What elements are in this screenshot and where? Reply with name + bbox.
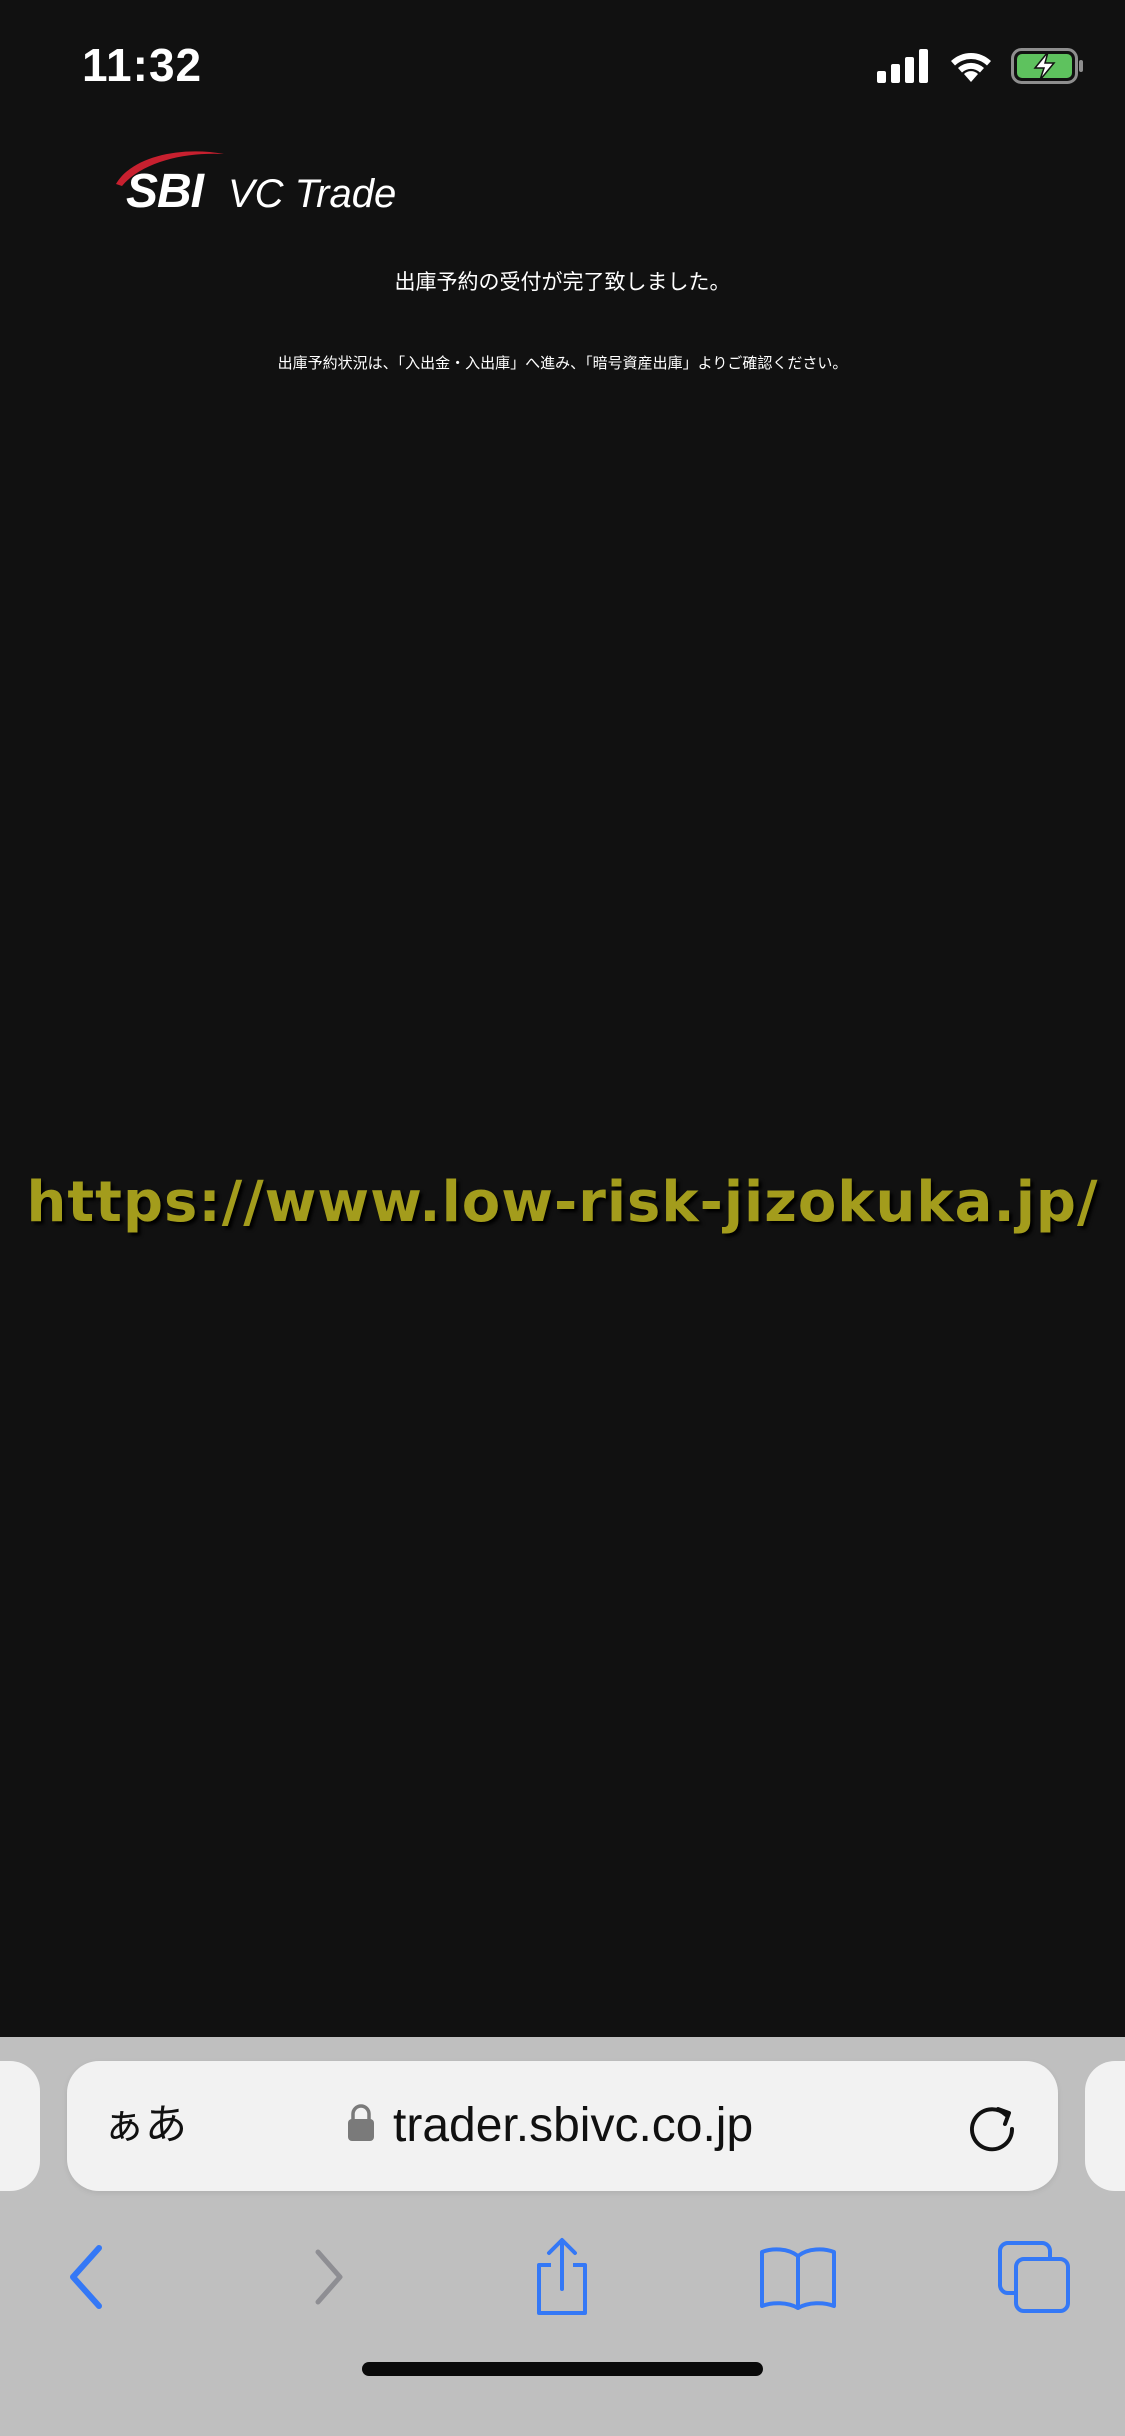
address-bar[interactable]: ぁあ trader.sbivc.co.jp — [67, 2061, 1058, 2191]
logo-vc-trade-text: VC Trade — [228, 172, 397, 216]
cellular-signal-icon — [877, 49, 931, 87]
next-tab-peek[interactable] — [1085, 2061, 1125, 2191]
wifi-icon — [949, 49, 993, 87]
battery-charging-icon — [1011, 48, 1085, 88]
previous-tab-peek[interactable] — [0, 2061, 40, 2191]
browser-bottom-bar: ぁあ trader.sbivc.co.jp — [0, 2037, 1125, 2436]
status-icons — [877, 48, 1085, 88]
reload-icon[interactable] — [962, 2097, 1022, 2157]
page-settings-button[interactable]: ぁあ — [103, 2099, 187, 2151]
lock-icon — [347, 2103, 375, 2147]
status-time: 11:32 — [82, 39, 203, 91]
forward-icon[interactable] — [279, 2227, 379, 2327]
share-icon[interactable] — [512, 2227, 612, 2327]
completion-message: 出庫予約の受付が完了致しました。 — [394, 270, 731, 294]
logo-sbi-text: SBI — [126, 165, 204, 218]
bookmarks-icon[interactable] — [748, 2227, 848, 2327]
sbi-vc-trade-logo: SBI VC Trade — [112, 148, 412, 228]
home-indicator[interactable] — [362, 2362, 763, 2376]
browser-toolbar — [0, 2227, 1125, 2337]
back-icon[interactable] — [36, 2227, 136, 2327]
watermark-url: https://www.low-risk-jizokuka.jp/ — [26, 1170, 1099, 1235]
tabs-icon[interactable] — [984, 2227, 1084, 2327]
url-text: trader.sbivc.co.jp — [393, 2098, 754, 2152]
status-check-note: 出庫予約状況は、「入出金・入出庫」へ進み、「暗号資産出庫」よりご確認ください。 — [277, 354, 848, 372]
status-bar: 11:32 — [0, 0, 1125, 140]
url-display[interactable]: trader.sbivc.co.jp — [347, 2097, 753, 2153]
